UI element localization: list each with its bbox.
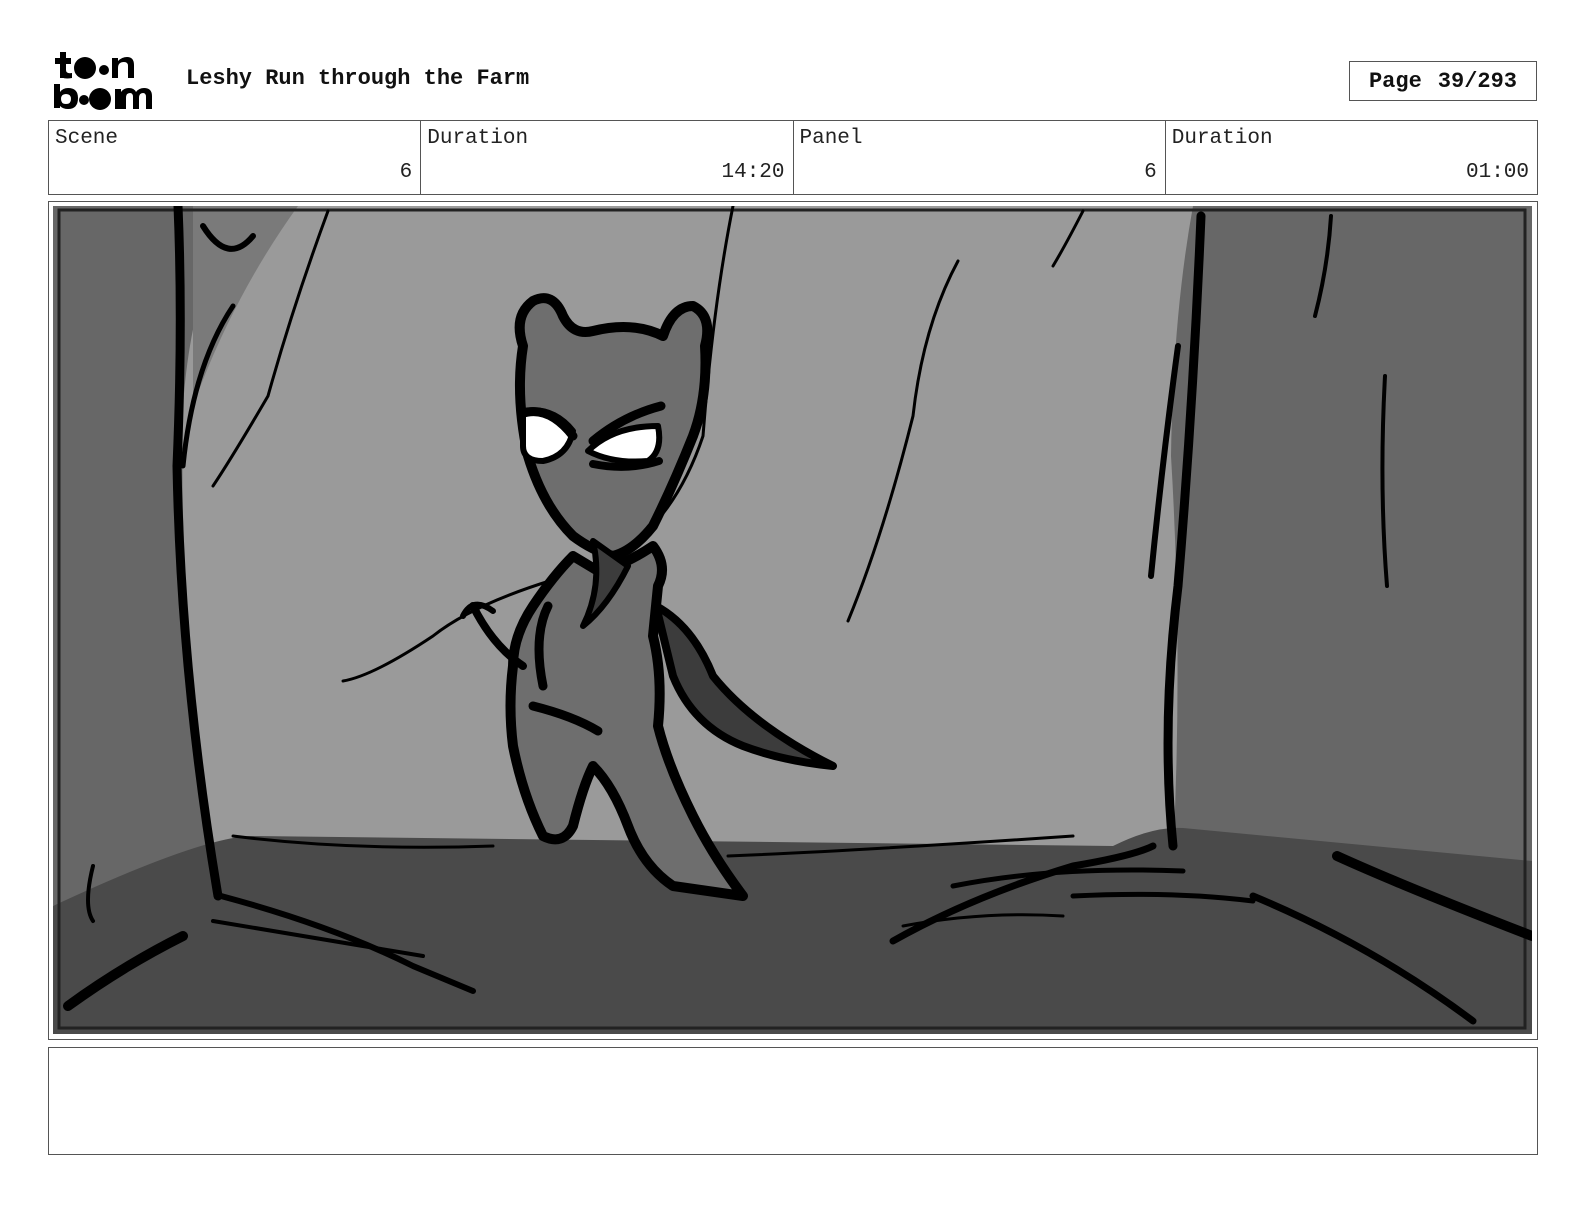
storyboard-title: Leshy Run through the Farm: [186, 66, 530, 91]
panel-duration-cell: Duration 01:00: [1166, 121, 1537, 194]
panel-value: 6: [1144, 161, 1157, 184]
scene-duration-label: Duration: [427, 127, 529, 150]
page-number: 39/293: [1437, 68, 1518, 94]
panel-notes-box: [48, 1047, 1538, 1155]
toonboom-logo-mark: [54, 52, 152, 110]
toonboom-logo: [52, 50, 164, 112]
scene-cell: Scene 6: [49, 121, 422, 194]
page-indicator: Page 39/293: [1349, 61, 1537, 101]
panel-info-table: Scene 6 Duration 14:20 Panel 6 Duration …: [48, 120, 1538, 195]
page-label: Page: [1368, 68, 1422, 94]
panel-sketch: [53, 206, 1532, 1034]
scene-duration-cell: Duration 14:20: [421, 121, 794, 194]
scene-duration-value: 14:20: [721, 161, 785, 184]
scene-label: Scene: [55, 127, 119, 150]
panel-duration-value: 01:00: [1465, 161, 1529, 184]
scene-value: 6: [399, 161, 413, 184]
right-tree: [1171, 206, 1532, 906]
panel-label: Panel: [799, 127, 863, 150]
panel-duration-label: Duration: [1171, 127, 1273, 150]
panel-cell: Panel 6: [794, 121, 1166, 194]
storyboard-panel: [48, 201, 1538, 1040]
